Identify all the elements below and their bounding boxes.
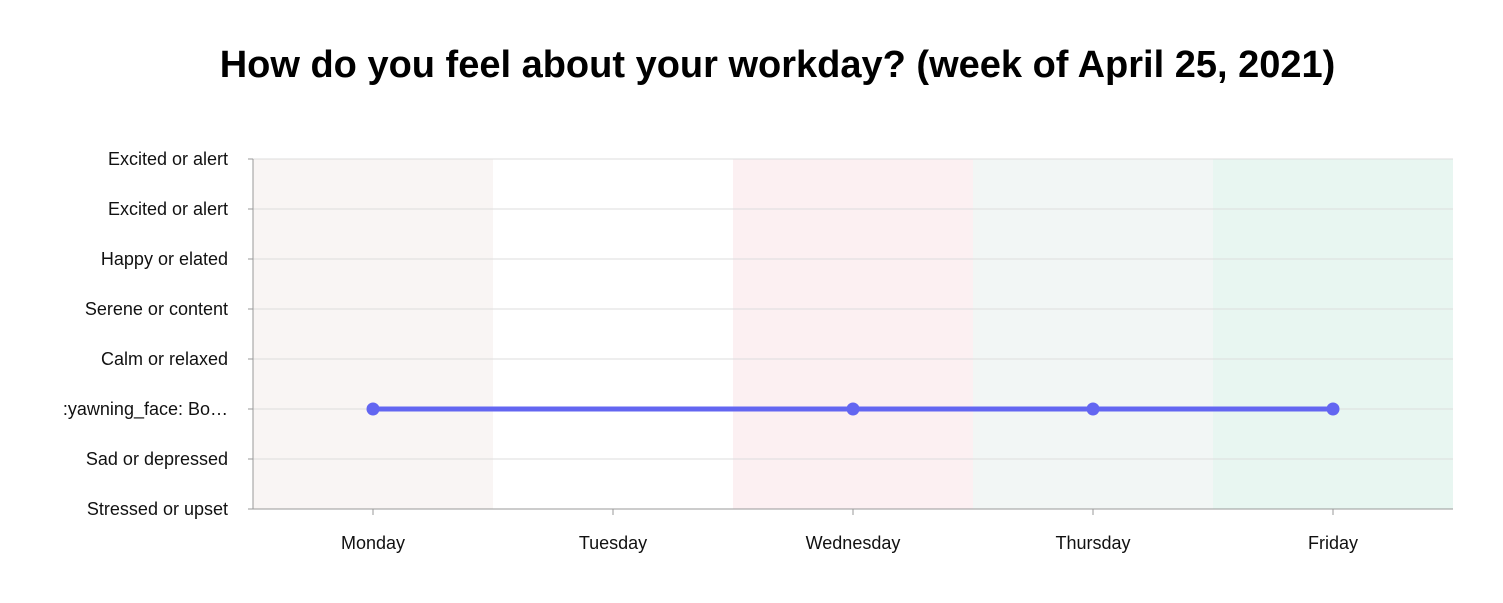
x-tick-label: Wednesday bbox=[806, 533, 901, 553]
band-thursday bbox=[973, 159, 1213, 509]
y-tick-label: Excited or alert bbox=[108, 149, 228, 169]
band-tuesday bbox=[493, 159, 733, 509]
y-tick-labels: Stressed or upset Sad or depressed :yawnin… bbox=[63, 149, 228, 519]
x-tick-label: Tuesday bbox=[579, 533, 647, 553]
y-tick-label: Serene or content bbox=[85, 299, 228, 319]
chart-area: Stressed or upset Sad or depressed :yawnin… bbox=[63, 149, 1453, 553]
band-friday bbox=[1213, 159, 1453, 509]
x-tick-label: Friday bbox=[1308, 533, 1358, 553]
data-point bbox=[1086, 402, 1100, 416]
day-bands bbox=[253, 159, 1453, 509]
band-monday bbox=[253, 159, 493, 509]
y-tick-label: Excited or alert bbox=[108, 199, 228, 219]
data-point bbox=[1326, 402, 1340, 416]
y-tick-label: Calm or relaxed bbox=[101, 349, 228, 369]
y-tick-label: Stressed or upset bbox=[87, 499, 228, 519]
band-wednesday bbox=[733, 159, 973, 509]
data-point bbox=[366, 402, 380, 416]
x-tick-label: Thursday bbox=[1055, 533, 1130, 553]
data-point bbox=[846, 402, 860, 416]
y-tick-label: :yawning_face: Bo… bbox=[63, 399, 228, 420]
x-tick-label: Monday bbox=[341, 533, 405, 553]
y-tick-label: Sad or depressed bbox=[86, 449, 228, 469]
x-tick-labels: Monday Tuesday Wednesday Thursday Friday bbox=[341, 533, 1358, 553]
y-tick-label: Happy or elated bbox=[101, 249, 228, 269]
